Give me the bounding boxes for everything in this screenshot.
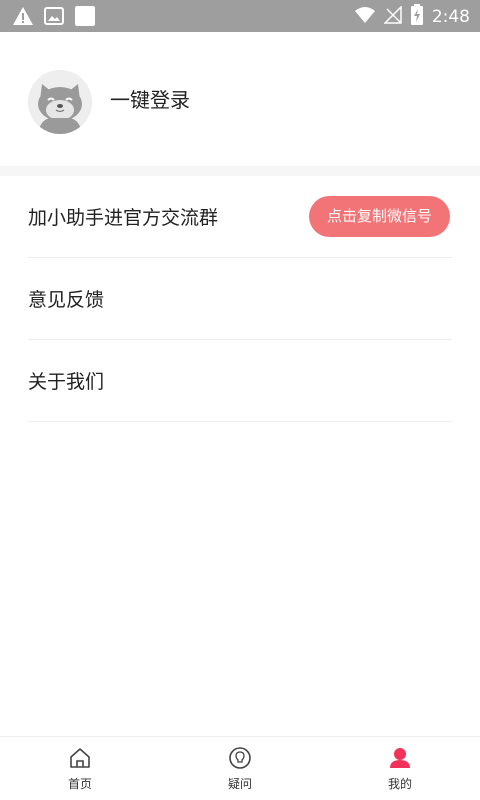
copy-wechat-button[interactable]: 点击复制微信号 <box>308 196 450 237</box>
menu-item-label: 关于我们 <box>28 371 105 393</box>
settings-menu: 加小助手进官方交流群 点击复制微信号 意见反馈 关于我们 <box>0 176 480 422</box>
home-icon <box>67 745 93 771</box>
status-bar: 2:48 <box>0 0 480 32</box>
section-divider <box>0 166 480 176</box>
menu-item-label: 意见反馈 <box>28 289 105 311</box>
menu-item-feedback[interactable]: 意见反馈 <box>28 258 452 340</box>
nav-tab-label: 我的 <box>387 777 412 791</box>
user-icon <box>387 745 413 771</box>
status-time: 2:48 <box>431 7 470 27</box>
menu-item-about-us[interactable]: 关于我们 <box>28 340 452 422</box>
warning-icon <box>12 6 34 30</box>
lightbulb-icon <box>227 745 253 771</box>
nav-tab-mine[interactable]: 我的 <box>320 737 480 800</box>
menu-item-join-group[interactable]: 加小助手进官方交流群 点击复制微信号 <box>28 176 452 258</box>
bottom-nav: 首页 疑问 我的 <box>0 736 480 800</box>
nav-tab-label: 疑问 <box>227 777 252 791</box>
nav-tab-home[interactable]: 首页 <box>0 737 160 800</box>
one-click-login[interactable]: 一键登录 <box>110 86 190 114</box>
battery-charging-icon <box>410 4 424 30</box>
avatar[interactable] <box>28 70 92 134</box>
status-right-icons: 2:48 <box>354 4 470 30</box>
shiba-dog-avatar-icon <box>28 70 92 134</box>
image-icon <box>44 7 64 29</box>
square-icon <box>74 5 96 31</box>
status-left-icons <box>12 5 96 31</box>
nav-tab-label: 首页 <box>67 777 92 791</box>
menu-item-label: 加小助手进官方交流群 <box>28 207 219 229</box>
nav-tab-questions[interactable]: 疑问 <box>160 737 320 800</box>
no-signal-icon <box>383 5 402 28</box>
profile-header: 一键登录 <box>0 32 480 166</box>
wifi-icon <box>354 6 376 28</box>
